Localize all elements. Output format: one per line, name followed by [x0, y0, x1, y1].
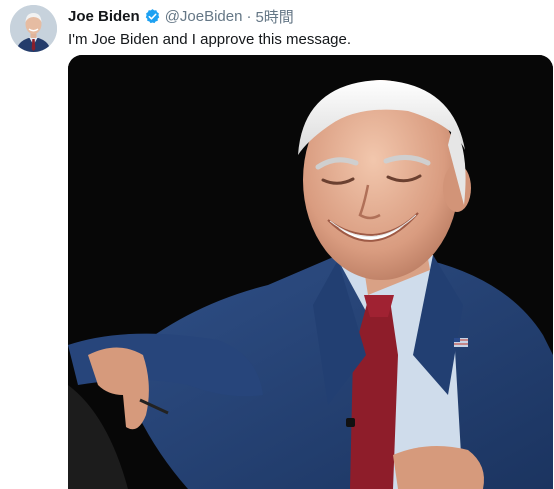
- tweet-media-photo[interactable]: E: [68, 55, 553, 489]
- separator-dot: ·: [246, 7, 252, 25]
- avatar-image: [10, 5, 57, 52]
- tweet[interactable]: Joe Biden @JoeBiden · 5時間 I'm Joe Biden …: [0, 0, 554, 489]
- verified-badge-icon: [144, 8, 161, 25]
- avatar[interactable]: [10, 5, 57, 52]
- photo-illustration: E: [68, 55, 553, 489]
- tweet-text: I'm Joe Biden and I approve this message…: [68, 31, 352, 48]
- tweet-header: Joe Biden @JoeBiden · 5時間: [68, 5, 554, 27]
- tweet-timestamp[interactable]: 5時間: [255, 6, 293, 27]
- user-handle[interactable]: @JoeBiden: [165, 8, 243, 25]
- display-name[interactable]: Joe Biden: [68, 8, 140, 25]
- tweet-body: Joe Biden @JoeBiden · 5時間 I'm Joe Biden …: [68, 5, 554, 50]
